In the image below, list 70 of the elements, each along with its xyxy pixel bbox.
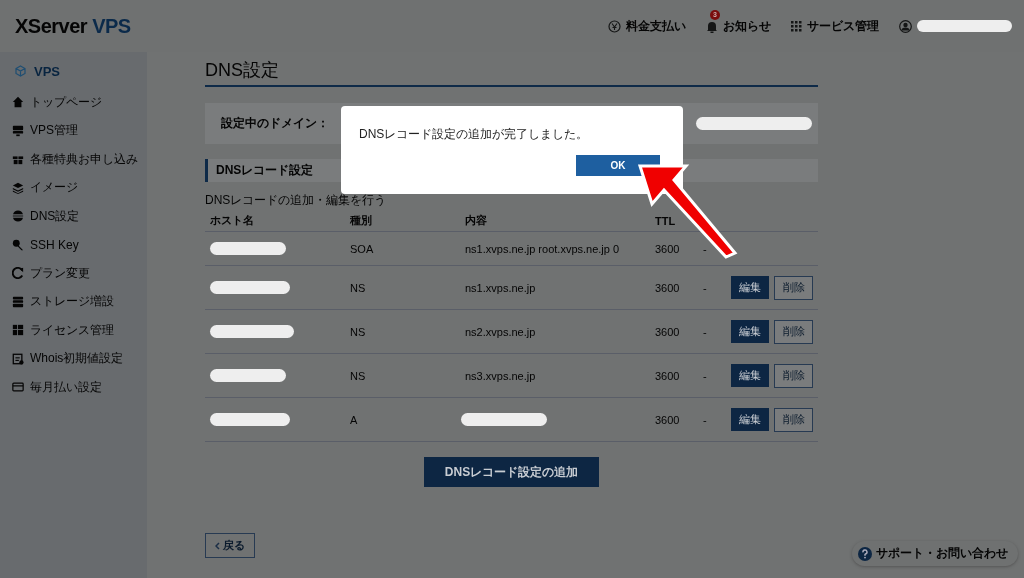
- edit-button[interactable]: 編集: [731, 319, 770, 343]
- house-icon: [12, 96, 24, 109]
- table-cell: 3600: [655, 325, 680, 338]
- help-icon: [858, 546, 872, 561]
- sidebar-item[interactable]: DNS設定: [30, 207, 80, 225]
- refresh-icon: [12, 267, 24, 280]
- user-icon: [899, 19, 912, 33]
- sidebar-item[interactable]: 各種特典お申し込み: [30, 150, 138, 168]
- nav-link[interactable]: お知らせ: [723, 17, 771, 35]
- table-cell: 3600: [655, 242, 680, 255]
- table-cell: NS: [350, 369, 366, 382]
- sidebar-item[interactable]: プラン変更: [30, 264, 90, 282]
- edit-button[interactable]: 編集: [731, 407, 770, 431]
- nav-link[interactable]: サービス管理: [807, 17, 879, 35]
- table-cell: ns1.xvps.ne.jp root.xvps.ne.jp 0: [465, 242, 620, 255]
- nav-link[interactable]: 料金支払い: [626, 17, 686, 35]
- page-title: DNS設定: [205, 52, 818, 87]
- card-icon: [12, 381, 24, 394]
- sidebar-item[interactable]: Whois初期値設定: [30, 350, 124, 368]
- sidebar-item[interactable]: ストレージ増設: [30, 293, 114, 311]
- table-cell: -: [703, 369, 707, 382]
- back-button[interactable]: 戻る: [205, 533, 255, 558]
- table-cell: -: [703, 325, 707, 338]
- document-icon: [12, 352, 24, 365]
- table-cell: A: [350, 413, 358, 426]
- column-header: 内容: [460, 210, 650, 232]
- table-cell: NS: [350, 325, 366, 338]
- table-cell: 3600: [655, 281, 680, 294]
- delete-button[interactable]: 削除: [774, 407, 813, 432]
- key-icon: [12, 238, 24, 251]
- bell-icon: [706, 19, 718, 33]
- database-icon: [12, 295, 24, 308]
- delete-button[interactable]: 削除: [774, 363, 813, 388]
- table-cell: ns3.xvps.ne.jp: [465, 369, 536, 382]
- sidebar-heading: VPS: [34, 63, 60, 79]
- table-cell: -: [703, 281, 707, 294]
- sidebar-item[interactable]: SSH Key: [30, 237, 79, 252]
- table-cell: ns1.xvps.ne.jp: [465, 281, 536, 294]
- table-cell: NS: [350, 281, 366, 294]
- edit-button[interactable]: 編集: [731, 363, 770, 387]
- windows-logo-icon: [12, 324, 24, 337]
- layers-icon: [12, 181, 24, 194]
- delete-button[interactable]: 削除: [774, 275, 813, 300]
- sidebar-item[interactable]: ライセンス管理: [30, 321, 114, 339]
- table-cell: ns2.xvps.ne.jp: [465, 325, 536, 338]
- logo[interactable]: XServer VPS: [15, 14, 131, 38]
- grid-icon: [791, 20, 802, 32]
- add-record-button[interactable]: DNSレコード設定の追加: [424, 457, 599, 487]
- sidebar-item[interactable]: 毎月払い設定: [30, 378, 102, 396]
- table-cell: 3600: [655, 369, 680, 382]
- table-cell: 3600: [655, 413, 680, 426]
- support-button[interactable]: サポート・お問い合わせ: [852, 541, 1018, 566]
- cube-icon: [15, 65, 26, 77]
- column-header: 種別: [345, 210, 460, 232]
- server-icon: [12, 124, 24, 137]
- dialog-message: DNSレコード設定の追加が完了しました。: [359, 126, 590, 143]
- yen-icon: [608, 19, 621, 33]
- column-header: ホスト名: [205, 210, 345, 232]
- sidebar-item[interactable]: VPS管理: [30, 122, 78, 140]
- sidebar-item[interactable]: イメージ: [30, 179, 78, 197]
- description-text: DNSレコードの追加・編集を行う: [205, 194, 388, 207]
- domain-label: 設定中のドメイン：: [221, 115, 329, 132]
- table-cell: -: [703, 242, 707, 255]
- sidebar-item[interactable]: トップページ: [30, 93, 102, 111]
- table-cell: -: [703, 413, 707, 426]
- table-cell: SOA: [350, 242, 374, 255]
- delete-button[interactable]: 削除: [774, 319, 813, 344]
- chevron-left-icon: [215, 541, 220, 550]
- globe-icon: [12, 210, 24, 223]
- edit-button[interactable]: 編集: [731, 275, 770, 299]
